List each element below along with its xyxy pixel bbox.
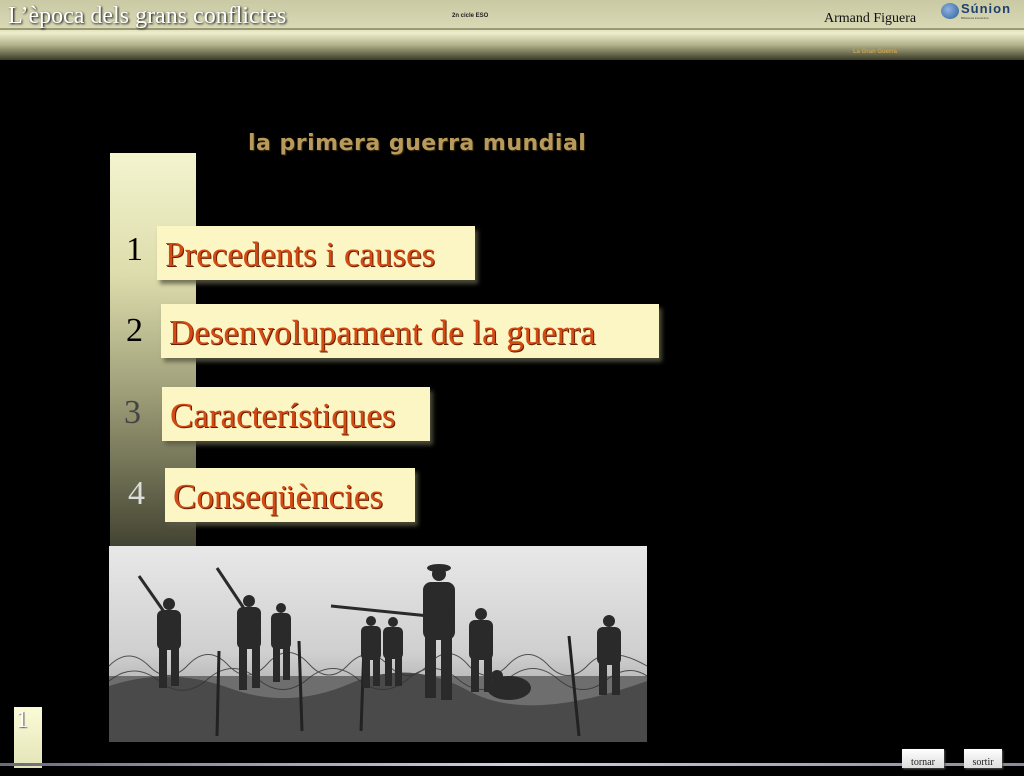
footer-divider [0,763,1024,766]
section-label: La Gran Guerra [853,49,898,55]
menu-number-3: 3 [124,394,141,431]
sunion-logo: Súnion Biblioteca interactiva [941,1,1021,22]
menu-number-4: 4 [128,475,145,512]
soldiers-illustration [109,546,647,742]
menu-item-precedents[interactable]: Precedents i causes [157,226,475,280]
menu-item-consequencies[interactable]: Conseqüències [165,468,415,522]
menu-item-caracteristiques[interactable]: Característiques [162,387,430,441]
menu-number-1: 1 [126,231,143,268]
page-number: 1 [16,707,28,733]
course-label: 2n cicle ESO [452,13,489,19]
page-number-box: 1 [14,707,42,768]
author-name: Armand Figuera [824,11,917,26]
war-photo [109,546,647,742]
menu-item-desenvolupament[interactable]: Desenvolupament de la guerra [161,304,659,358]
page-title: la primera guerra mundial [248,131,587,156]
back-button[interactable]: tornar [902,749,944,768]
app-title: L’època dels grans conflictes [8,3,287,29]
logo-text: Súnion [961,1,1012,16]
globe-icon [941,3,959,19]
exit-button[interactable]: sortir [964,749,1002,768]
logo-subtitle: Biblioteca interactiva [961,16,989,20]
menu-number-2: 2 [126,312,143,349]
